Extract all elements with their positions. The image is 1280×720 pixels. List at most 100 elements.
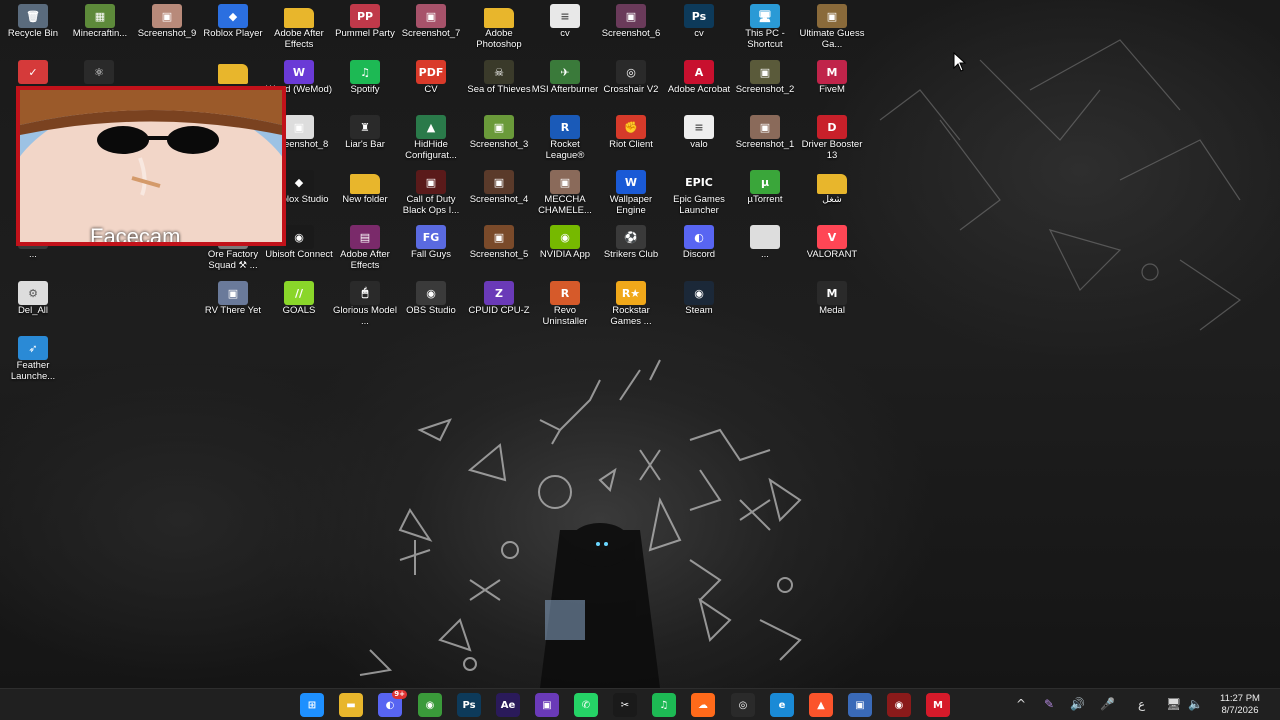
desktop-icon[interactable]: PP Pummel Party [331,4,399,40]
desktop-icon[interactable]: R★ Rockstar Games ... [597,281,665,327]
desktop-icon[interactable]: V VALORANT [798,225,866,261]
desktop-icon[interactable]: ▣ Screenshot_2 [731,60,799,96]
desktop-icon[interactable]: M FiveM [798,60,866,96]
desktop-icon[interactable]: ▦ Minecraftin... [66,4,134,40]
desktop-icon[interactable]: ◎ Crosshair V2 [597,60,665,96]
taskbar-control-panel-icon[interactable]: ▣ [848,693,872,717]
taskbar-razer-icon[interactable]: ◉ [887,693,911,717]
taskbar-after-effects-icon[interactable]: Ae [496,693,520,717]
desktop-icon[interactable]: ◉ Steam [665,281,733,317]
taskbar-photoshop-icon[interactable]: Ps [457,693,481,717]
clock-date: 8/7/2026 [1221,705,1259,716]
pen-icon[interactable]: ✎ [1044,697,1054,711]
desktop-icon[interactable]: ▣ Screenshot_7 [397,4,465,40]
desktop-icon[interactable]: PDF CV [397,60,465,96]
desktop-icon[interactable]: ▣ Screenshot_1 [731,115,799,151]
desktop-icon[interactable]: Z CPUID CPU-Z [465,281,533,317]
taskbar-medal-icon[interactable]: M [926,693,950,717]
desktop-icon[interactable]: ⚛ [65,60,133,85]
desktop-icon[interactable]: ▲ HidHide Configurat... [397,115,465,161]
desktop-icon[interactable]: ... [731,225,799,261]
taskbar-visual-studio-icon[interactable]: ▣ [535,693,559,717]
system-clock[interactable]: 11:27 PM 8/7/2026 [1210,693,1270,717]
ubisoft-icon: ◉ [284,225,314,249]
desktop-icon-label: VALORANT [806,250,858,260]
desktop-icon[interactable]: ➶ Feather Launche... [0,336,67,382]
desktop-icon[interactable]: ▣ Screenshot_3 [465,115,533,151]
desktop-icon[interactable]: FG Fall Guys [397,225,465,261]
desktop-icon[interactable]: Adobe After Effects [265,4,333,50]
desktop-icon[interactable]: ▣ Screenshot_5 [465,225,533,261]
desktop-icon[interactable]: W Wallpaper Engine [597,170,665,216]
microphone-icon[interactable]: 🎤 [1100,697,1115,711]
desktop-icon[interactable]: ≡ valo [665,115,733,151]
desktop-icon[interactable]: ◉ OBS Studio [397,281,465,317]
game-icon: ▣ [218,281,248,305]
desktop-icon[interactable]: A Adobe Acrobat [665,60,733,96]
taskbar-whatsapp-icon[interactable]: ✆ [574,693,598,717]
desktop-icon-label: Ore Factory Squad ⚒ ... [207,250,259,271]
desktop-icon[interactable]: ≡ cv [531,4,599,40]
desktop-icon[interactable]: 🗑 Recycle Bin [0,4,67,40]
wand-icon: W [284,60,314,84]
desktop-icon[interactable]: ☠ Sea of Thieves [465,60,533,96]
desktop-icon[interactable]: ✓ [0,60,67,85]
desktop-icon[interactable]: Adobe Photoshop [465,4,533,50]
desktop-icon[interactable]: R Revo Uninstaller [531,281,599,327]
desktop-icon[interactable]: 🖱 Glorious Model ... [331,281,399,327]
network-icon[interactable]: 🖥 [1166,697,1181,711]
desktop-icon[interactable]: ♫ Spotify [331,60,399,96]
desktop-icon-label: ... [29,250,37,260]
desktop-icon[interactable]: µ µTorrent [731,170,799,206]
taskbar-soundcloud-icon[interactable]: ☁ [691,693,715,717]
desktop-icon-label: HidHide Configurat... [405,140,457,161]
desktop-icon[interactable]: ▣ MECCHA CHAMELE... [531,170,599,216]
taskbar-crosshair-icon[interactable]: ◎ [731,693,755,717]
volume-icon[interactable]: 🔈 [1188,697,1203,711]
speaker-icon[interactable]: 🔊 [1070,697,1085,711]
desktop-icon[interactable]: ♜ Liar's Bar [331,115,399,151]
taskbar-file-explorer-icon[interactable]: ▬ [339,693,363,717]
taskbar-chrome-icon[interactable]: ◉ [418,693,442,717]
winrar-icon: ▤ [350,225,380,249]
taskbar-discord-icon[interactable]: ◐ 9+ [378,690,407,717]
desktop-icon[interactable]: ⚽ Strikers Club [597,225,665,261]
desktop-icon[interactable]: ⚙ Del_All [0,281,67,317]
taskbar-edge-icon[interactable]: e [770,693,794,717]
taskbar-brave-icon[interactable]: ▲ [809,693,833,717]
language-indicator[interactable]: ع [1138,697,1145,711]
image-icon: ▣ [484,225,514,249]
desktop-icon-label: Medal [819,306,845,316]
desktop-icon[interactable]: ✊ Riot Client [597,115,665,151]
desktop-icon[interactable]: ▤ Adobe After Effects [331,225,399,271]
desktop-icon[interactable]: ◆ Roblox Player [199,4,267,40]
desktop-icon[interactable]: EPIC Epic Games Launcher [665,170,733,216]
desktop-icon[interactable]: شغل [798,170,866,206]
desktop-icon[interactable]: ▣ RV There Yet [199,281,267,317]
tray-overflow-chevron-icon[interactable]: ^ [1016,697,1026,711]
desktop-icon[interactable]: D Driver Booster 13 [798,115,866,161]
desktop-icon-label: Minecraftin... [72,29,128,39]
desktop-icon[interactable]: 🖥 This PC - Shortcut [731,4,799,50]
desktop-icon[interactable]: Ps cv [665,4,733,40]
desktop-icon[interactable] [199,60,267,85]
taskbar-capcut-icon[interactable]: ✂ [613,693,637,717]
pummel-party-icon: PP [350,4,380,28]
taskbar-spotify-icon[interactable]: ♫ [652,693,676,717]
desktop-icon[interactable]: ▣ Ultimate Guess Ga... [798,4,866,50]
desktop-icon[interactable]: ◐ Discord [665,225,733,261]
desktop-icon[interactable]: ◉ NVIDIA App [531,225,599,261]
desktop-icon[interactable]: R Rocket League® [531,115,599,161]
folder-icon [218,64,248,84]
desktop-icon[interactable]: ▣ Call of Duty Black Ops I... [397,170,465,216]
taskbar-start-button-icon[interactable]: ⊞ [300,693,324,717]
desktop-icon[interactable]: ▣ Screenshot_4 [465,170,533,206]
this-pc-icon: 🖥 [750,4,780,28]
desktop-icon[interactable]: ▣ Screenshot_9 [133,4,201,40]
desktop-icon[interactable]: M Medal [798,281,866,317]
desktop-icon[interactable]: ▣ Screenshot_6 [597,4,665,40]
desktop-icon[interactable]: New folder [331,170,399,206]
mouse-cursor-icon [953,52,967,72]
desktop-icon[interactable]: //GOALS [265,281,333,317]
desktop-icon[interactable]: ✈ MSI Afterburner [531,60,599,96]
